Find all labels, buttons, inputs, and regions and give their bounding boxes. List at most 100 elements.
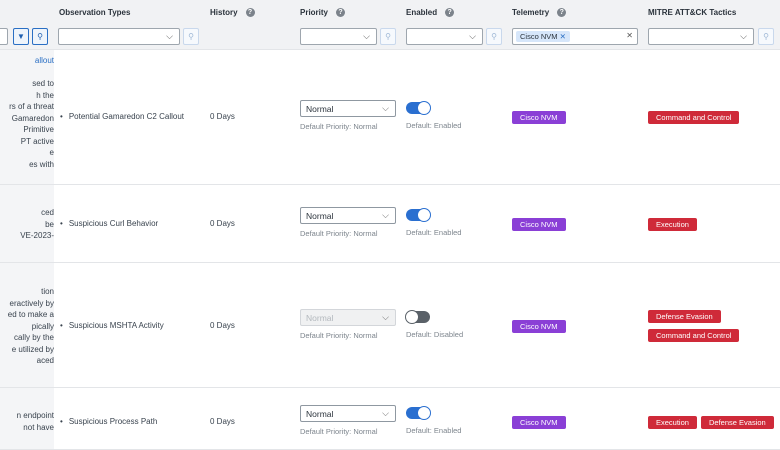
chevron-down-icon: ⌵ — [469, 31, 476, 41]
priority-filter-button[interactable]: ⚲ — [380, 28, 396, 45]
description-line: tion — [41, 287, 54, 296]
description-line: eractively by — [9, 298, 54, 308]
description-line: pically — [31, 321, 54, 331]
description-line: e — [49, 148, 54, 157]
telemetry-badge: Cisco NVM — [512, 218, 566, 231]
observation-type: Suspicious Curl Behavior — [58, 219, 158, 228]
column-header-priority[interactable]: Priority — [300, 8, 328, 17]
default-priority: Default Priority: Normal — [300, 229, 378, 238]
enabled-toggle[interactable] — [406, 406, 431, 420]
description-line: e utilized by — [11, 344, 54, 354]
history-value: 0 Days — [210, 112, 235, 121]
telemetry-badge: Cisco NVM — [512, 111, 566, 124]
priority-filter[interactable]: ⌵ — [300, 28, 377, 45]
description-line: n endpoint — [16, 411, 54, 420]
help-icon[interactable]: ? — [336, 8, 346, 18]
default-enabled: Default: Disabled — [406, 330, 464, 339]
toggle-knob — [405, 310, 419, 324]
chevron-down-icon: ⌵ — [363, 31, 370, 41]
history-value: 0 Days — [210, 219, 235, 228]
left-filter-select[interactable] — [0, 28, 8, 45]
description-line: es with — [29, 159, 54, 169]
description-line: ced — [41, 208, 54, 217]
chip-label: Cisco NVM — [520, 32, 558, 41]
description-line: not have — [23, 422, 54, 432]
observation-types-filter[interactable]: ⌵ — [58, 28, 180, 45]
column-header-mitre[interactable]: MITRE ATT&CK Tactics — [648, 8, 736, 17]
chevron-down-icon: ⌵ — [382, 210, 389, 220]
enabled-toggle[interactable] — [406, 208, 431, 222]
default-enabled: Default: Enabled — [406, 228, 462, 237]
help-icon[interactable]: ? — [557, 8, 567, 18]
help-icon[interactable]: ? — [245, 8, 255, 18]
description-fragment: n endpoint not have — [0, 410, 54, 433]
description-fragment: allout sed to h the rs of a threat Gamaredon… — [0, 55, 54, 170]
description-line: sed to — [32, 79, 54, 88]
description-line: Primitive — [23, 125, 54, 134]
default-enabled: Default: Enabled — [406, 426, 462, 435]
description-line: Gamaredon — [11, 113, 54, 123]
priority-value: Normal — [306, 409, 334, 419]
observation-type: Suspicious MSHTA Activity — [58, 321, 164, 330]
chevron-down-icon: ⌵ — [382, 312, 389, 322]
column-header-enabled[interactable]: Enabled — [406, 8, 437, 17]
clear-filter-button[interactable]: ⚲ — [32, 28, 48, 45]
history-value: 0 Days — [210, 417, 235, 426]
filter-button[interactable]: ▼ — [13, 28, 29, 45]
chevron-down-icon: ⌵ — [166, 31, 173, 41]
description-line: aced — [36, 356, 54, 365]
default-enabled: Default: Enabled — [406, 121, 462, 130]
toggle-knob — [417, 208, 431, 222]
mitre-tactic-badge: Execution — [648, 218, 697, 231]
enabled-filter[interactable]: ⌵ — [406, 28, 483, 45]
enabled-toggle[interactable] — [405, 310, 430, 324]
toggle-knob — [417, 406, 431, 420]
chevron-down-icon: ⌵ — [740, 31, 747, 41]
mitre-filter[interactable]: ⌵ — [648, 28, 754, 45]
priority-select[interactable]: Normal ⌵ — [300, 100, 396, 117]
mitre-filter-button[interactable]: ⚲ — [758, 28, 774, 45]
table-header: ▼ ⚲ Observation Types ⌵ ⚲ History? Prior… — [0, 0, 780, 50]
description-line: VE-2023- — [20, 231, 54, 240]
chevron-down-icon: ⌵ — [382, 408, 389, 418]
clear-icon[interactable]: ✕ — [626, 31, 633, 40]
default-priority: Default Priority: Normal — [300, 427, 378, 436]
mitre-tactic-badge: Command and Control — [648, 329, 740, 342]
description-line: be — [45, 219, 54, 229]
description-line: ed to make a — [7, 310, 54, 319]
priority-value: Normal — [306, 313, 334, 323]
history-value: 0 Days — [210, 321, 235, 330]
telemetry-badge: Cisco NVM — [512, 320, 566, 333]
priority-select[interactable]: Normal ⌵ — [300, 405, 396, 422]
mitre-tactic-badge: Execution — [648, 416, 697, 429]
default-priority: Default Priority: Normal — [300, 122, 378, 131]
telemetry-filter[interactable]: Cisco NVM ✕ ✕ — [512, 28, 638, 45]
mitre-tactic-badge: Defense Evasion — [701, 416, 774, 429]
priority-value: Normal — [306, 104, 334, 114]
column-header-history[interactable]: History — [210, 8, 238, 17]
enabled-toggle[interactable] — [406, 101, 431, 115]
observation-types-filter-button[interactable]: ⚲ — [183, 28, 199, 45]
chevron-down-icon: ⌵ — [382, 103, 389, 113]
priority-value: Normal — [306, 211, 334, 221]
observation-type: Potential Gamaredon C2 Callout — [58, 112, 184, 121]
observation-type: Suspicious Process Path — [58, 417, 158, 426]
help-icon[interactable]: ? — [445, 8, 455, 18]
mitre-tactic-badge: Command and Control — [648, 111, 740, 124]
column-header-telemetry[interactable]: Telemetry — [512, 8, 549, 17]
priority-select[interactable]: Normal ⌵ — [300, 207, 396, 224]
chip-remove-icon[interactable]: ✕ — [560, 32, 566, 41]
telemetry-badge: Cisco NVM — [512, 416, 566, 429]
description-line: cally by the — [13, 333, 54, 342]
enabled-filter-button[interactable]: ⚲ — [486, 28, 502, 45]
description-line[interactable]: allout — [0, 55, 54, 67]
toggle-knob — [417, 101, 431, 115]
column-header-observation-types[interactable]: Observation Types — [59, 8, 130, 17]
mitre-tactic-badge: Defense Evasion — [648, 310, 721, 323]
description-line: rs of a threat — [9, 102, 54, 111]
description-line: PT active — [20, 136, 54, 146]
priority-select: Normal ⌵ — [300, 309, 396, 326]
default-priority: Default Priority: Normal — [300, 331, 378, 340]
description-fragment: ced be VE-2023- — [0, 207, 54, 242]
telemetry-filter-chip: Cisco NVM ✕ — [516, 31, 570, 42]
